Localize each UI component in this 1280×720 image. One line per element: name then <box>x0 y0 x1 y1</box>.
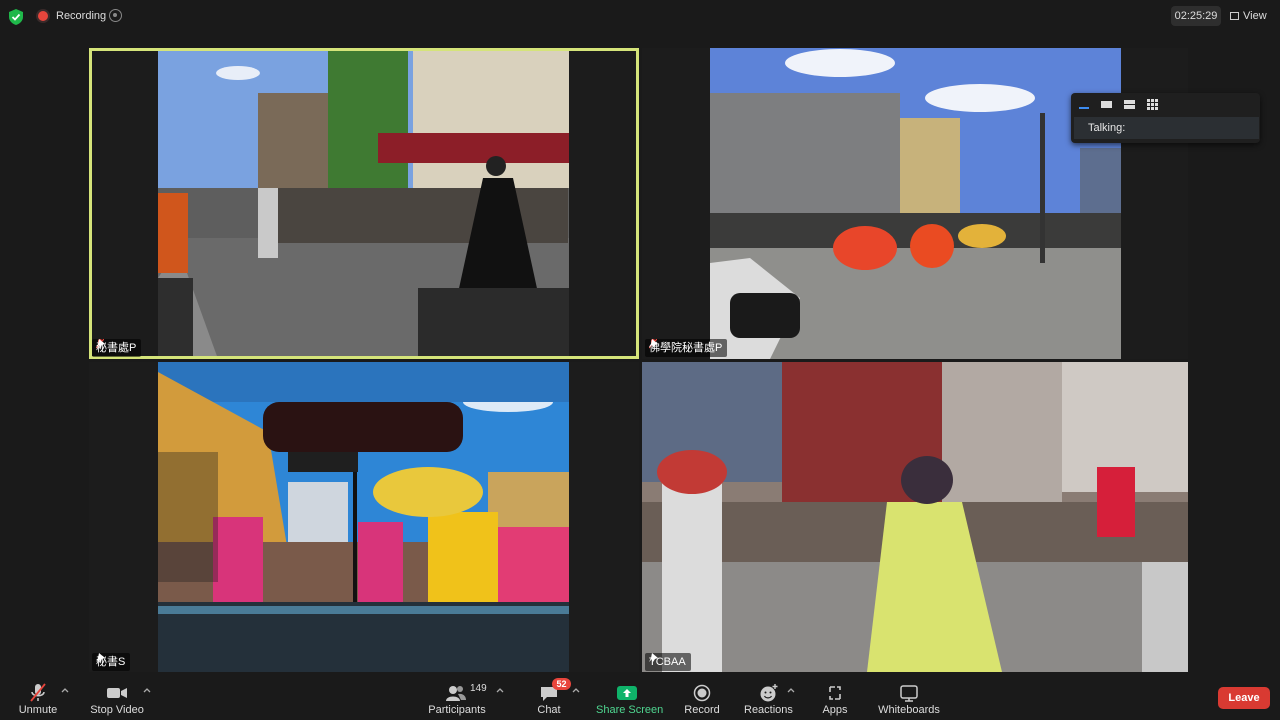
record-label: Record <box>684 704 720 716</box>
video-tile-3[interactable]: 秘書S <box>89 362 639 672</box>
video-tile-1[interactable]: 秘書處P <box>89 48 639 359</box>
apps-icon <box>829 686 841 700</box>
unmute-label: Unmute <box>18 704 58 716</box>
participants-label: Participants <box>428 704 486 716</box>
reactions-label: Reactions <box>744 704 793 716</box>
pin-icon <box>96 339 105 348</box>
video-feed-lion-dance <box>710 48 1121 359</box>
layout-popup: Talking: <box>1071 93 1260 143</box>
shield-icon[interactable] <box>9 9 23 25</box>
participant-name: 佛學院秘書處P <box>649 342 723 354</box>
chevron-up-icon[interactable] <box>572 686 580 694</box>
recording-icon <box>38 11 48 21</box>
video-feed-parade-street-2 <box>642 362 1188 672</box>
participant-name-tag: 佛學院秘書處P <box>645 339 728 357</box>
pin-icon <box>649 339 658 348</box>
participants-count: 149 <box>470 683 487 694</box>
video-feed-dragon-car <box>158 362 569 672</box>
layout-speaker-icon[interactable] <box>1100 99 1114 110</box>
participants-button[interactable]: 149 Participants <box>428 680 486 720</box>
leave-button[interactable]: Leave <box>1218 687 1270 709</box>
mic-muted-icon <box>30 683 46 702</box>
chevron-up-icon[interactable] <box>787 686 795 694</box>
meeting-top-bar: Recording 02:25:29 View <box>0 0 1280 34</box>
share-screen-label: Share Screen <box>596 704 664 716</box>
chevron-up-icon[interactable] <box>496 686 504 694</box>
stop-video-button[interactable]: Stop Video <box>88 680 146 720</box>
whiteboards-label: Whiteboards <box>878 704 940 716</box>
record-control-icon[interactable] <box>109 9 122 22</box>
pin-icon <box>649 653 658 662</box>
talking-indicator: Talking: <box>1074 117 1259 139</box>
meeting-timer: 02:25:29 <box>1171 6 1221 26</box>
layout-gallery-icon[interactable] <box>1146 99 1160 110</box>
video-tile-4[interactable]: TCBAA <box>642 362 1188 672</box>
recording-label: Recording <box>56 10 107 22</box>
participant-name-tag: 秘書S <box>92 653 131 671</box>
participant-name-tag: TCBAA <box>645 653 691 671</box>
video-feed-parade-street-1 <box>158 48 569 359</box>
view-grid-icon <box>1230 12 1239 20</box>
reactions-icon <box>760 684 778 702</box>
chevron-up-icon[interactable] <box>143 686 151 694</box>
apps-button[interactable]: Apps <box>818 680 852 720</box>
chat-label: Chat <box>537 704 561 716</box>
record-icon <box>693 684 711 702</box>
video-icon <box>107 688 127 698</box>
share-screen-icon <box>617 686 637 700</box>
apps-label: Apps <box>822 704 848 716</box>
record-button[interactable]: Record <box>682 680 722 720</box>
layout-strip-icon[interactable] <box>1123 99 1137 110</box>
view-label: View <box>1243 10 1267 22</box>
whiteboard-icon <box>900 685 918 702</box>
share-screen-button[interactable]: Share Screen <box>596 680 664 720</box>
reactions-button[interactable]: Reactions <box>744 680 793 720</box>
chat-unread-badge: 52 <box>552 678 571 690</box>
chevron-up-icon[interactable] <box>61 686 69 694</box>
layout-minimized-icon[interactable] <box>1078 99 1092 110</box>
whiteboards-button[interactable]: Whiteboards <box>878 680 940 720</box>
stop-video-label: Stop Video <box>90 704 144 716</box>
view-button[interactable]: View <box>1230 6 1267 26</box>
pin-icon <box>96 653 105 662</box>
participants-icon <box>446 686 466 701</box>
unmute-button[interactable]: Unmute <box>14 680 62 720</box>
participant-name-tag: 秘書處P <box>92 339 142 357</box>
